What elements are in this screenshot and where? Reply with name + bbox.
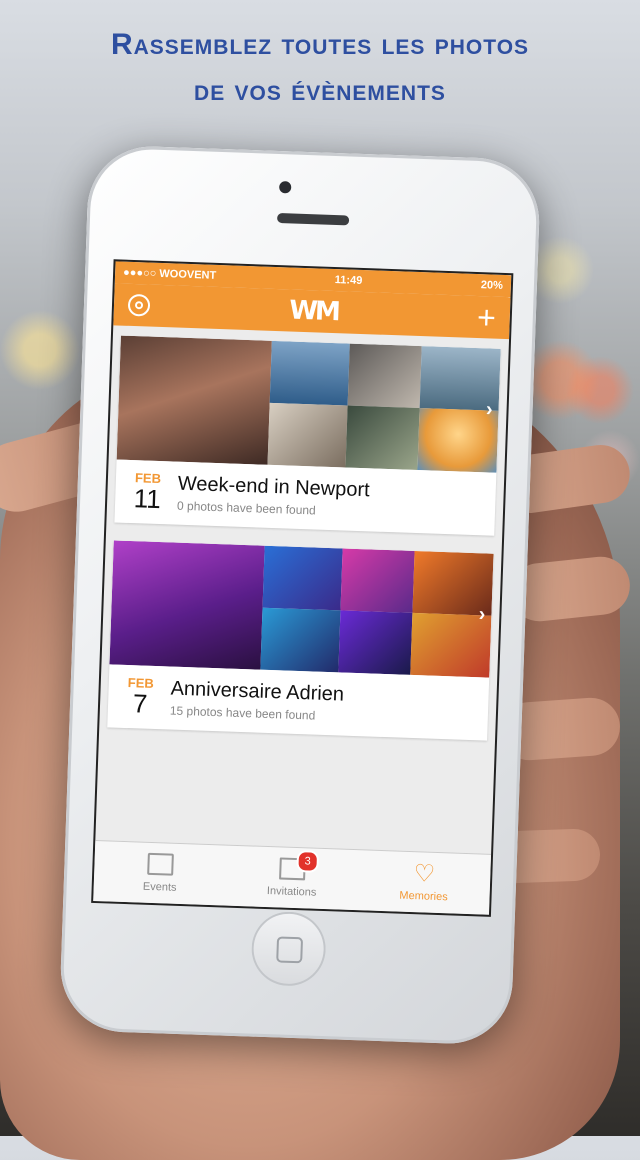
photo-collage: › — [109, 540, 494, 678]
chevron-right-icon[interactable]: › — [478, 603, 485, 626]
photo-thumbnail — [338, 610, 413, 675]
tab-label: Events — [142, 880, 177, 894]
tab-label: Memories — [399, 889, 448, 904]
photo-thumbnail — [340, 548, 415, 613]
headline: Rassemblez toutes les photos de vos évèn… — [0, 22, 640, 114]
invitations-badge: 3 — [296, 850, 320, 873]
headline-line-2: de vos évènements — [194, 74, 446, 107]
heart-icon: ♡ — [413, 860, 436, 888]
event-title: Anniversaire Adrien — [170, 677, 345, 706]
event-card[interactable]: › FEB 7 Anniversaire Adrien 15 photos ha… — [107, 540, 494, 741]
event-day: 7 — [132, 688, 148, 719]
event-date: FEB 11 — [127, 470, 168, 515]
event-card[interactable]: › FEB 11 Week-end in Newport 0 photos ha… — [114, 335, 501, 536]
photo-thumbnail — [267, 402, 349, 468]
phone: ●●●○○ WOOVENT 11:49 20% WM + › FEB 11 We… — [58, 144, 542, 1046]
app-logo: WM — [288, 295, 339, 328]
tab-events[interactable]: Events — [93, 841, 227, 906]
calendar-icon — [147, 852, 174, 876]
tab-bar: Events 3 Invitations ♡ Memories — [93, 840, 492, 915]
photo-thumbnail — [259, 607, 341, 673]
settings-gear-icon[interactable] — [127, 293, 151, 317]
photo-thumbnail — [345, 405, 420, 471]
phone-screen: ●●●○○ WOOVENT 11:49 20% WM + › FEB 11 We… — [91, 259, 514, 917]
add-event-plus-icon[interactable]: + — [476, 299, 496, 336]
headline-line-1: Rassemblez toutes les photos — [110, 28, 530, 61]
event-info: FEB 7 Anniversaire Adrien 15 photos have… — [107, 664, 489, 740]
photo-collage: › — [116, 335, 501, 473]
photo-thumbnail — [262, 545, 344, 611]
photo-thumbnail — [348, 343, 422, 409]
battery-label: 20% — [480, 279, 504, 292]
event-day: 11 — [133, 483, 162, 515]
event-photo-count: 0 photos have been found — [176, 498, 317, 517]
tab-memories[interactable]: ♡ Memories — [357, 850, 491, 915]
event-title: Week-end in Newport — [177, 472, 371, 501]
tab-invitations[interactable]: 3 Invitations — [225, 846, 359, 911]
chevron-right-icon[interactable]: › — [486, 398, 493, 421]
tab-label: Invitations — [266, 885, 317, 899]
photo-thumbnail — [109, 540, 265, 670]
status-time: 11:49 — [334, 274, 363, 287]
speaker-grille — [276, 212, 350, 226]
event-photo-count: 15 photos have been found — [169, 703, 316, 723]
camera-icon — [279, 181, 292, 194]
photo-thumbnail — [116, 335, 272, 465]
carrier-label: ●●●○○ WOOVENT — [122, 266, 217, 282]
home-button[interactable] — [250, 910, 327, 988]
event-info: FEB 11 Week-end in Newport 0 photos have… — [114, 460, 496, 536]
event-list: › FEB 11 Week-end in Newport 0 photos ha… — [99, 325, 509, 741]
event-date: FEB 7 — [120, 675, 161, 719]
photo-thumbnail — [269, 340, 351, 406]
